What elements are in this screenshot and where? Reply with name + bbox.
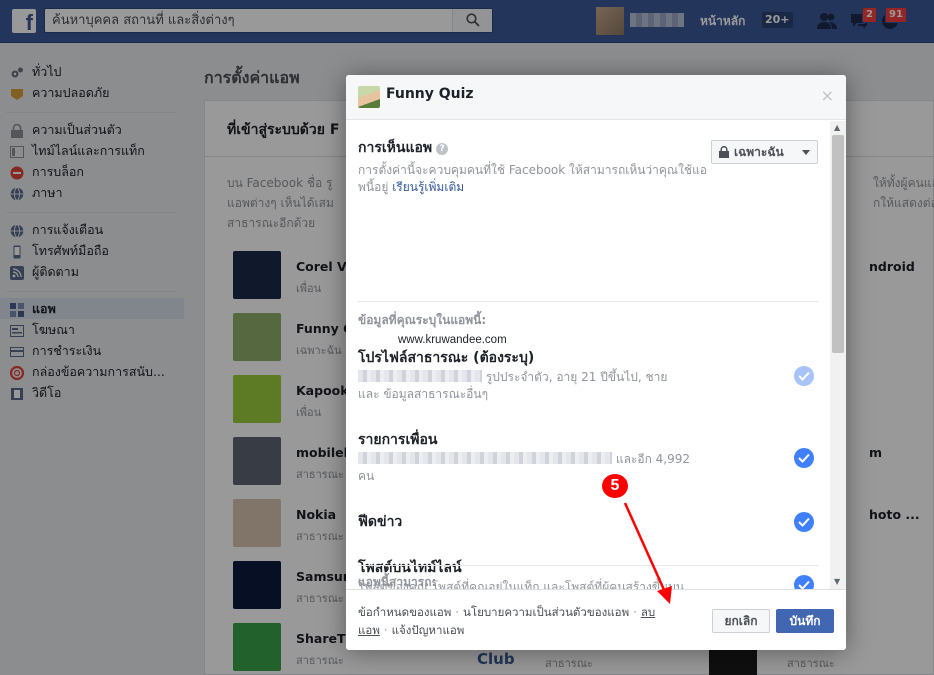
annotation-step-number: 5 <box>602 474 628 498</box>
annotation-arrow <box>623 502 672 604</box>
